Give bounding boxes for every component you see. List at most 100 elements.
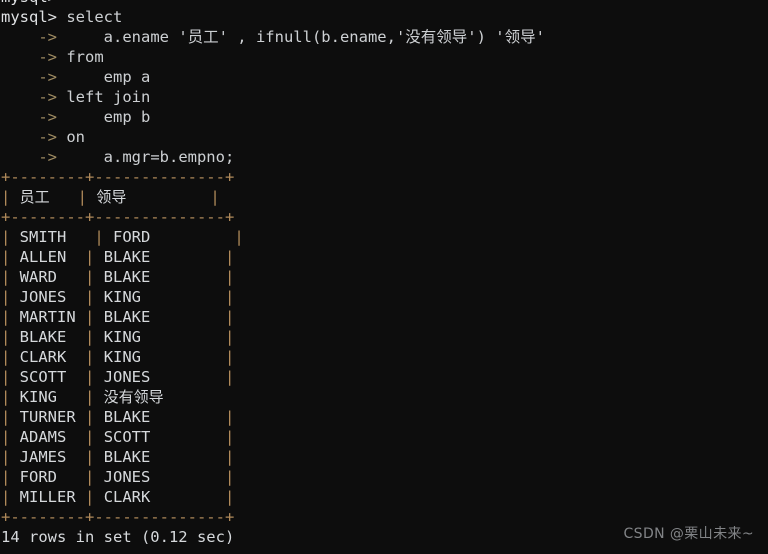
row-bar-left: | [1, 328, 20, 346]
cell-manager: FORD [113, 228, 151, 246]
cell-employee: CLARK [19, 348, 67, 366]
row-pad-right [150, 268, 225, 286]
table-border-mid: +--------+--------------+ [1, 208, 235, 226]
header-bar-left: | [1, 188, 20, 206]
cell-manager: BLAKE [103, 268, 151, 286]
cell-employee: SCOTT [19, 368, 67, 386]
cell-manager: 没有领导 [103, 388, 164, 406]
row-pad-left [66, 428, 85, 446]
row-pad-right [150, 368, 225, 386]
row-pad-right [141, 348, 225, 366]
row-bar-left: | [1, 428, 20, 446]
row-pad-right [150, 428, 225, 446]
query-text-7: a.mgr=b.empno; [57, 148, 235, 166]
query-text-4: left join [57, 88, 151, 106]
row-pad-left [76, 408, 85, 426]
row-bar-right: | [225, 248, 235, 266]
header-bar-right: | [126, 188, 220, 206]
csdn-watermark: CSDN @栗山未来~ [623, 526, 754, 542]
row-bar-mid: | [85, 268, 104, 286]
row-bar-mid: | [85, 348, 104, 366]
table-row: | MILLER | CLARK | [0, 487, 768, 507]
terminal-window[interactable]: mysql> mysql> select -> a.ename '员工' , i… [0, 0, 768, 554]
row-pad-left [66, 248, 85, 266]
table-header-employee: 员工 [19, 188, 50, 206]
table-row: | SCOTT | JONES | [0, 367, 768, 387]
row-pad-left [66, 228, 94, 246]
row-bar-mid: | [85, 388, 104, 406]
cell-employee: MARTIN [19, 308, 76, 326]
row-pad-left [57, 268, 85, 286]
cell-manager: BLAKE [103, 408, 151, 426]
row-bar-left: | [1, 388, 20, 406]
partial-prompt-text: mysql> [1, 0, 57, 6]
cell-manager: KING [103, 348, 142, 366]
continuation-prompt-3: -> [1, 68, 57, 86]
cell-manager: CLARK [103, 488, 151, 506]
row-bar-mid: | [94, 228, 114, 246]
table-row: | MARTIN | BLAKE | [0, 307, 768, 327]
continuation-prompt-4: -> [1, 88, 57, 106]
cell-employee: TURNER [19, 408, 76, 426]
mysql-prompt: mysql> [1, 8, 57, 26]
row-bar-right: | [225, 348, 235, 366]
row-bar-left: | [1, 408, 20, 426]
table-row: | SMITH | FORD | [0, 227, 768, 247]
cell-employee: WARD [19, 268, 57, 286]
cell-manager: BLAKE [103, 448, 151, 466]
row-bar-right: | [225, 488, 235, 506]
table-row: | JAMES | BLAKE | [0, 447, 768, 467]
cell-employee: ALLEN [19, 248, 67, 266]
cell-manager: BLAKE [103, 308, 151, 326]
header-bar-mid: | [49, 188, 97, 206]
cell-manager: JONES [103, 468, 151, 486]
table-row: | WARD | BLAKE | [0, 267, 768, 287]
table-row: | ALLEN | BLAKE | [0, 247, 768, 267]
row-bar-mid: | [85, 248, 104, 266]
query-line-1: -> a.ename '员工' , ifnull(b.ename,'没有领导')… [0, 27, 768, 47]
cell-manager: SCOTT [103, 428, 151, 446]
row-pad-left [76, 488, 85, 506]
table-border-top: +--------+--------------+ [1, 168, 235, 186]
row-pad-right [150, 308, 225, 326]
row-pad-left [66, 288, 85, 306]
row-bar-mid: | [85, 368, 104, 386]
row-bar-right: | [225, 308, 235, 326]
row-bar-mid: | [85, 448, 104, 466]
cell-employee: FORD [19, 468, 57, 486]
row-pad-right [141, 288, 225, 306]
cell-manager: JONES [103, 368, 151, 386]
query-line-2: -> from [0, 47, 768, 67]
row-bar-left: | [1, 308, 20, 326]
cell-employee: ADAMS [19, 428, 67, 446]
row-bar-right: | [234, 228, 244, 246]
query-text-3: emp a [57, 68, 151, 86]
continuation-prompt-6: -> [1, 128, 57, 146]
row-bar-right: | [225, 468, 235, 486]
cell-manager: BLAKE [103, 248, 151, 266]
cell-manager: KING [103, 328, 142, 346]
row-pad-left [66, 348, 85, 366]
terminal-screen: mysql> mysql> select -> a.ename '员工' , i… [0, 0, 768, 547]
row-bar-right: | [225, 288, 235, 306]
table-row: | FORD | JONES | [0, 467, 768, 487]
row-bar-left: | [1, 468, 20, 486]
table-header-manager: 领导 [96, 188, 127, 206]
continuation-prompt-7: -> [1, 148, 57, 166]
query-text-5: emp b [57, 108, 151, 126]
table-header-row: | 员工 | 领导 | [0, 187, 768, 207]
row-bar-right: | [225, 328, 235, 346]
row-bar-left: | [1, 288, 20, 306]
query-line-6: -> on [0, 127, 768, 147]
row-bar-left: | [1, 448, 20, 466]
row-bar-right: | [225, 268, 235, 286]
cell-employee: BLAKE [19, 328, 67, 346]
row-bar-left: | [1, 228, 20, 246]
row-bar-right: | [225, 408, 235, 426]
continuation-prompt-2: -> [1, 48, 57, 66]
row-pad-left [66, 328, 85, 346]
row-bar-right: | [225, 448, 235, 466]
row-bar-left: | [1, 248, 20, 266]
table-row: | JONES | KING | [0, 287, 768, 307]
row-bar-left: | [1, 348, 20, 366]
